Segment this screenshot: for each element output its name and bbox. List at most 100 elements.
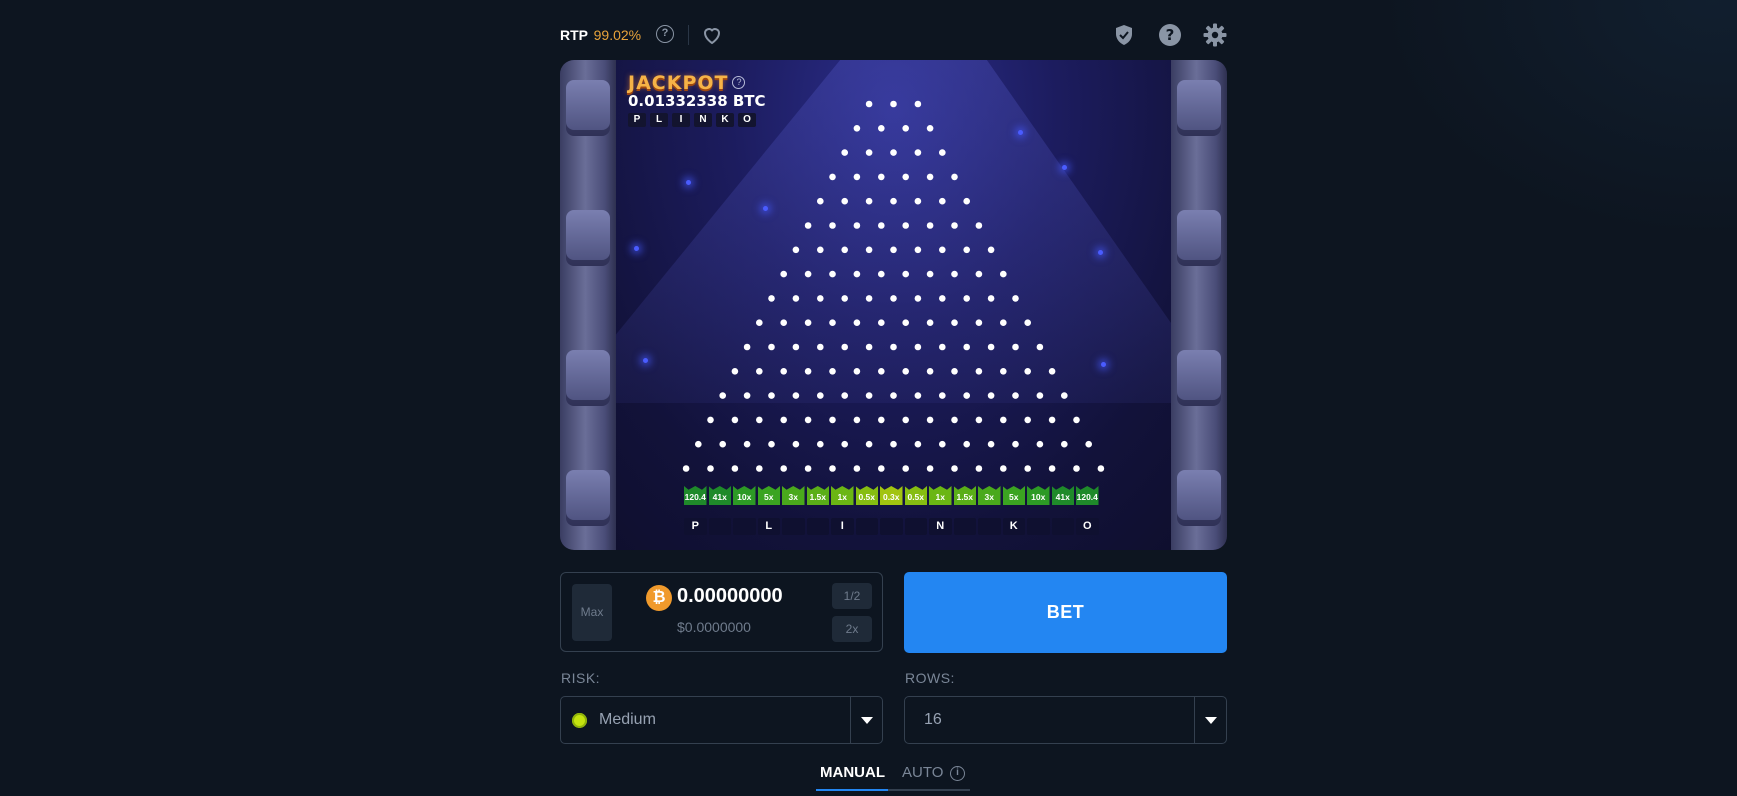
peg bbox=[1000, 270, 1007, 278]
bottom-letter-cell bbox=[1051, 518, 1074, 535]
peg bbox=[1012, 392, 1019, 399]
half-button[interactable]: 1/2 bbox=[832, 583, 872, 609]
risk-label: RISK: bbox=[561, 670, 601, 686]
peg bbox=[756, 368, 763, 375]
peg bbox=[926, 125, 934, 132]
bottom-letter-cell bbox=[708, 518, 731, 535]
tab-manual[interactable]: MANUAL bbox=[820, 764, 885, 781]
bottom-plinko-letters: PLINKO bbox=[684, 518, 1099, 535]
peg bbox=[1012, 295, 1019, 302]
peg bbox=[1024, 416, 1031, 424]
peg bbox=[841, 343, 848, 351]
rows-select[interactable]: 16 bbox=[904, 696, 1227, 744]
tab-auto[interactable]: AUTO bbox=[902, 764, 943, 781]
multiplier-slots: 120.4 41x 10x 5x 3x 1.5x 1x 0.5x 0.3x 0.5x 1x 1.5x 3… bbox=[684, 486, 1099, 506]
rtp-help-icon[interactable]: ? bbox=[656, 25, 674, 43]
peg bbox=[731, 416, 739, 424]
peg bbox=[1000, 416, 1007, 424]
peg bbox=[817, 392, 824, 399]
multiplier-slot: 0.3x bbox=[880, 486, 903, 505]
peg bbox=[719, 392, 726, 399]
peg bbox=[743, 392, 751, 399]
peg bbox=[865, 197, 873, 205]
max-button[interactable]: Max bbox=[572, 584, 612, 641]
peg bbox=[914, 295, 922, 302]
peg bbox=[829, 465, 836, 472]
peg bbox=[804, 319, 812, 327]
peg bbox=[719, 440, 726, 448]
peg bbox=[951, 319, 958, 327]
peg bbox=[743, 440, 751, 448]
peg bbox=[865, 440, 873, 448]
multiplier-slot: 120.4 bbox=[684, 486, 707, 505]
peg bbox=[914, 246, 922, 254]
peg bbox=[853, 319, 861, 327]
peg bbox=[853, 416, 861, 424]
peg bbox=[865, 246, 873, 254]
peg bbox=[829, 368, 836, 375]
peg bbox=[878, 368, 885, 375]
divider bbox=[688, 25, 689, 45]
bottom-letter-cell bbox=[855, 518, 878, 535]
peg bbox=[951, 465, 958, 472]
peg bbox=[829, 319, 836, 327]
bottom-letter-cell bbox=[806, 518, 829, 535]
peg bbox=[878, 173, 885, 181]
plinko-board: JACKPOT? 0.01332338 BTC PLINKO 120.4 41x 1… bbox=[560, 60, 1227, 550]
peg bbox=[902, 270, 909, 278]
double-button[interactable]: 2x bbox=[832, 616, 872, 642]
peg bbox=[780, 368, 787, 375]
peg bbox=[829, 270, 836, 278]
bet-amount-input[interactable]: 0.00000000 bbox=[677, 585, 783, 608]
peg bbox=[987, 295, 995, 302]
peg bbox=[914, 100, 922, 108]
peg bbox=[914, 440, 922, 448]
bottom-letter-cell: N bbox=[929, 518, 952, 535]
peg bbox=[890, 197, 897, 205]
peg bbox=[926, 222, 934, 229]
peg bbox=[1000, 319, 1007, 327]
bottom-letter-cell: O bbox=[1076, 518, 1099, 535]
peg bbox=[768, 440, 775, 448]
peg bbox=[902, 125, 909, 132]
shield-icon[interactable] bbox=[1112, 23, 1136, 47]
risk-select[interactable]: Medium bbox=[560, 696, 883, 744]
bottom-letter-cell bbox=[880, 518, 903, 535]
peg bbox=[1061, 440, 1068, 448]
peg bbox=[853, 173, 861, 181]
peg bbox=[902, 416, 909, 424]
peg bbox=[1012, 343, 1019, 351]
info-icon[interactable]: i bbox=[950, 766, 965, 781]
peg bbox=[926, 270, 934, 278]
bet-amount-box: Max ₿ 0.00000000 $0.0000000 1/2 2x bbox=[560, 572, 883, 652]
peg bbox=[841, 440, 848, 448]
multiplier-slot: 5x bbox=[757, 486, 780, 505]
peg bbox=[1036, 392, 1044, 399]
peg bbox=[939, 343, 946, 351]
peg bbox=[926, 368, 934, 375]
peg bbox=[890, 149, 897, 156]
peg bbox=[1097, 465, 1105, 472]
mode-tabs: MANUAL AUTO i bbox=[816, 762, 970, 794]
peg bbox=[987, 246, 995, 254]
peg bbox=[914, 197, 922, 205]
bet-button[interactable]: BET bbox=[904, 572, 1227, 653]
chevron-down-icon[interactable] bbox=[850, 697, 882, 743]
peg bbox=[963, 295, 970, 302]
peg bbox=[1000, 465, 1007, 472]
bottom-letter-cell: L bbox=[757, 518, 780, 535]
peg bbox=[926, 173, 934, 181]
peg bbox=[987, 392, 995, 399]
peg bbox=[1012, 440, 1019, 448]
peg bbox=[878, 222, 885, 229]
peg bbox=[987, 440, 995, 448]
peg bbox=[939, 392, 946, 399]
heart-icon[interactable] bbox=[700, 23, 724, 47]
question-icon[interactable]: ? bbox=[1158, 23, 1182, 47]
rtp-value: 99.02% bbox=[593, 27, 642, 43]
chevron-down-icon[interactable] bbox=[1194, 697, 1226, 743]
peg bbox=[975, 270, 983, 278]
gear-icon[interactable] bbox=[1203, 23, 1227, 47]
peg bbox=[817, 246, 824, 254]
peg bbox=[890, 440, 897, 448]
